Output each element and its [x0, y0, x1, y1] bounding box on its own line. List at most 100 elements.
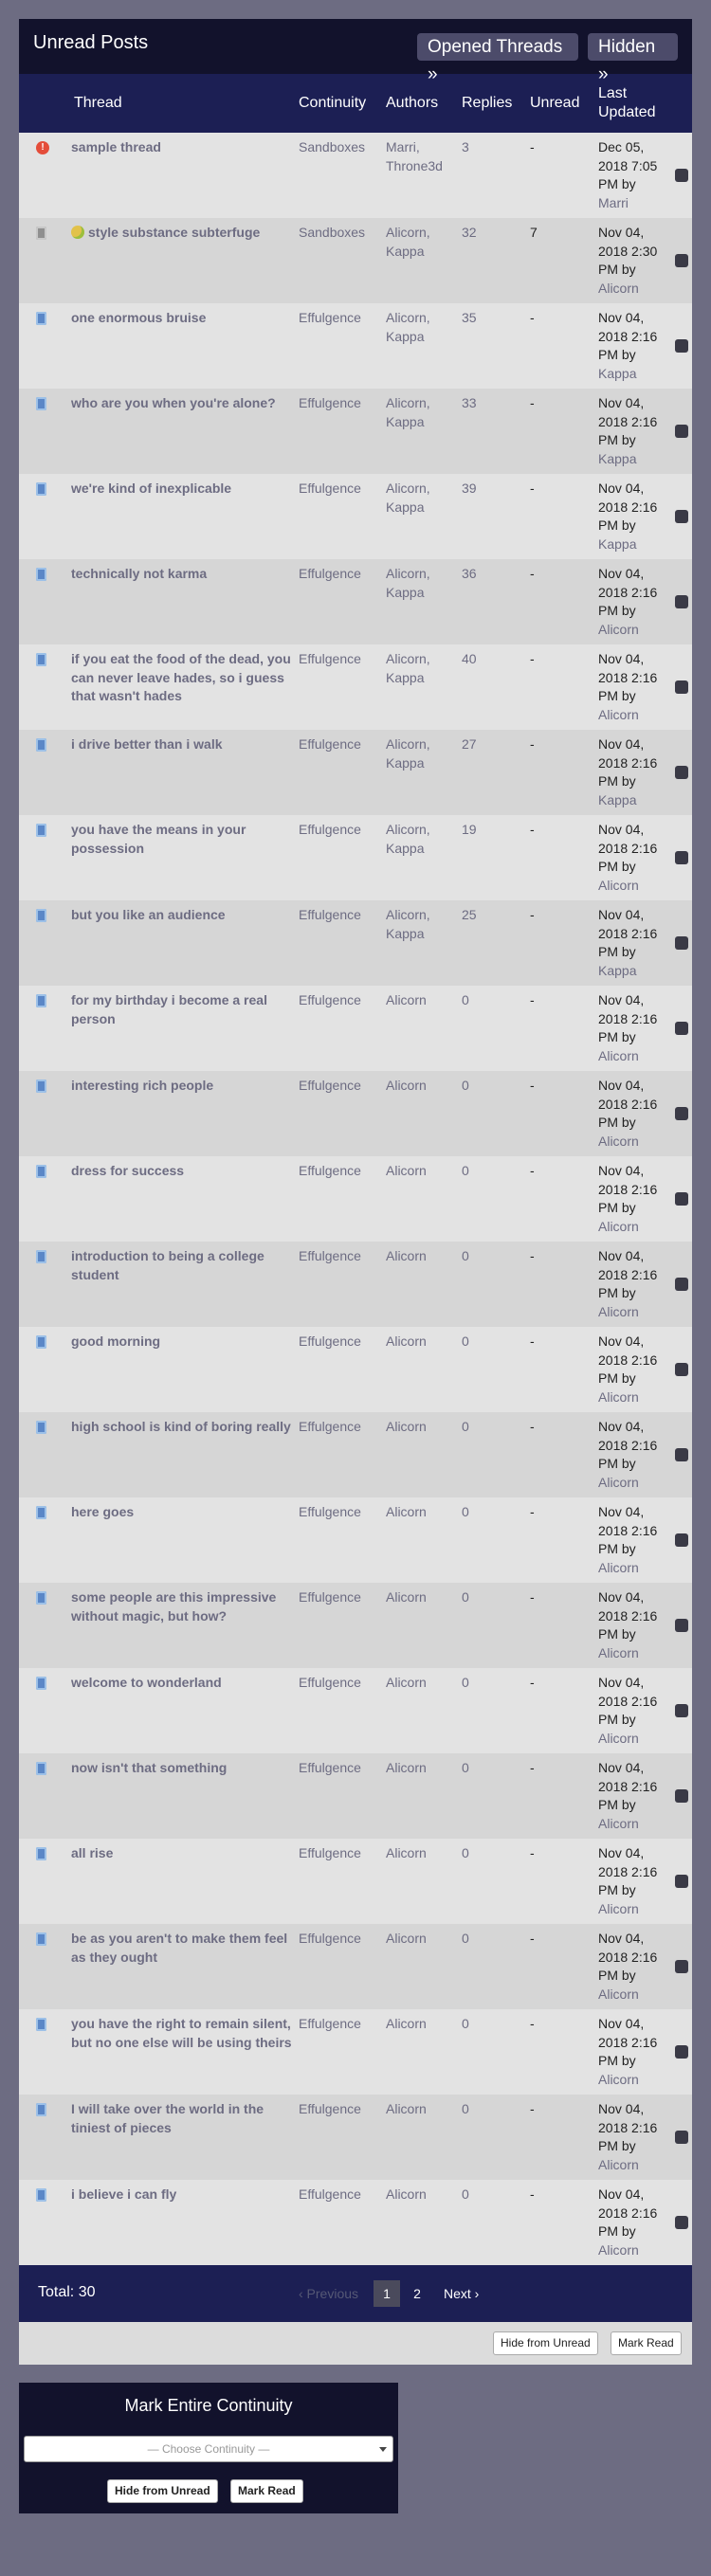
row-checkbox[interactable] [675, 595, 688, 608]
page-icon[interactable] [36, 2018, 46, 2031]
continuity-link[interactable]: Effulgence [299, 1924, 386, 2009]
last-updated-author[interactable]: Alicorn [598, 878, 639, 893]
thread-title-link[interactable]: dress for success [71, 1163, 184, 1178]
page-icon[interactable] [36, 482, 46, 496]
row-checkbox[interactable] [675, 425, 688, 438]
thread-title-link[interactable]: you have the right to remain silent, but… [71, 2016, 292, 2050]
authors-cell[interactable]: Alicorn [386, 986, 462, 1071]
col-last-updated[interactable]: Last Updated [598, 74, 673, 133]
last-updated-author[interactable]: Alicorn [598, 1475, 639, 1490]
mark-read-button[interactable]: Mark Read [611, 2331, 682, 2355]
continuity-link[interactable]: Effulgence [299, 900, 386, 986]
thread-title-link[interactable]: welcome to wonderland [71, 1675, 222, 1690]
row-checkbox[interactable] [675, 1704, 688, 1717]
thread-title-link[interactable]: now isn't that something [71, 1760, 227, 1775]
page-icon[interactable] [36, 738, 46, 752]
authors-cell[interactable]: Alicorn [386, 1412, 462, 1497]
last-updated-author[interactable]: Alicorn [598, 1645, 639, 1660]
last-updated-time[interactable]: Dec 05, 2018 7:05 PM by [598, 139, 657, 191]
opened-threads-button[interactable]: Opened Threads » [417, 33, 578, 84]
authors-cell[interactable]: Alicorn [386, 2009, 462, 2095]
row-checkbox[interactable] [675, 851, 688, 864]
page-icon[interactable] [36, 2188, 46, 2202]
authors-cell[interactable]: Alicorn, Kappa [386, 900, 462, 986]
last-updated-author[interactable]: Marri [598, 195, 629, 210]
row-checkbox[interactable] [675, 169, 688, 182]
page-icon[interactable] [36, 824, 46, 837]
authors-cell[interactable]: Alicorn, Kappa [386, 730, 462, 815]
page-icon[interactable] [36, 1677, 46, 1690]
continuity-link[interactable]: Effulgence [299, 815, 386, 900]
last-updated-author[interactable]: Alicorn [598, 1304, 639, 1319]
authors-cell[interactable]: Alicorn [386, 1839, 462, 1924]
last-updated-author[interactable]: Alicorn [598, 1219, 639, 1234]
row-checkbox[interactable] [675, 2045, 688, 2059]
continuity-hide-button[interactable]: Hide from Unread [107, 2479, 218, 2503]
last-updated-author[interactable]: Alicorn [598, 1134, 639, 1149]
authors-cell[interactable]: Alicorn [386, 1156, 462, 1242]
last-updated-author[interactable]: Kappa [598, 963, 636, 978]
col-thread[interactable]: Thread [71, 74, 299, 133]
thread-title-link[interactable]: i drive better than i walk [71, 736, 223, 752]
last-updated-author[interactable]: Kappa [598, 536, 636, 552]
row-checkbox[interactable] [675, 1448, 688, 1461]
page-icon[interactable] [36, 397, 46, 410]
last-updated-time[interactable]: Nov 04, 2018 2:16 PM by [598, 992, 657, 1044]
last-updated-time[interactable]: Nov 04, 2018 2:16 PM by [598, 1163, 657, 1215]
last-updated-author[interactable]: Alicorn [598, 622, 639, 637]
continuity-link[interactable]: Effulgence [299, 559, 386, 644]
thread-title-link[interactable]: we're kind of inexplicable [71, 481, 231, 496]
last-updated-time[interactable]: Nov 04, 2018 2:16 PM by [598, 2101, 657, 2153]
page-icon[interactable] [36, 909, 46, 922]
row-checkbox[interactable] [675, 2216, 688, 2229]
authors-cell[interactable]: Alicorn [386, 1071, 462, 1156]
last-updated-author[interactable]: Kappa [598, 366, 636, 381]
continuity-link[interactable]: Effulgence [299, 1839, 386, 1924]
continuity-link[interactable]: Effulgence [299, 1497, 386, 1583]
col-continuity[interactable]: Continuity [299, 74, 386, 133]
continuity-link[interactable]: Effulgence [299, 389, 386, 474]
continuity-link[interactable]: Effulgence [299, 2009, 386, 2095]
authors-cell[interactable]: Alicorn, Kappa [386, 389, 462, 474]
row-checkbox[interactable] [675, 1022, 688, 1035]
last-updated-author[interactable]: Alicorn [598, 1048, 639, 1063]
row-checkbox[interactable] [675, 1363, 688, 1376]
page-icon[interactable] [36, 1165, 46, 1178]
last-updated-time[interactable]: Nov 04, 2018 2:16 PM by [598, 1504, 657, 1556]
authors-cell[interactable]: Alicorn, Kappa [386, 218, 462, 303]
col-authors[interactable]: Authors [386, 74, 462, 133]
thread-title-link[interactable]: technically not karma [71, 566, 207, 581]
last-updated-time[interactable]: Nov 04, 2018 2:16 PM by [598, 651, 657, 703]
continuity-select[interactable]: — Choose Continuity — [24, 2436, 393, 2462]
thread-title-link[interactable]: I will take over the world in the tinies… [71, 2101, 264, 2135]
authors-cell[interactable]: Alicorn, Kappa [386, 644, 462, 730]
authors-cell[interactable]: Alicorn [386, 1497, 462, 1583]
continuity-link[interactable]: Effulgence [299, 1156, 386, 1242]
thread-title-link[interactable]: high school is kind of boring really [71, 1419, 291, 1434]
thread-title-link[interactable]: interesting rich people [71, 1078, 213, 1093]
authors-cell[interactable]: Alicorn [386, 1753, 462, 1839]
last-updated-author[interactable]: Alicorn [598, 1389, 639, 1405]
row-checkbox[interactable] [675, 1192, 688, 1206]
thread-title-link[interactable]: who are you when you're alone? [71, 395, 276, 410]
row-checkbox[interactable] [675, 1960, 688, 1973]
last-updated-time[interactable]: Nov 04, 2018 2:16 PM by [598, 736, 657, 789]
thread-title-link[interactable]: all rise [71, 1845, 113, 1860]
page-icon[interactable] [36, 312, 46, 325]
last-updated-time[interactable]: Nov 04, 2018 2:16 PM by [598, 1419, 657, 1471]
authors-cell[interactable]: Alicorn, Kappa [386, 474, 462, 559]
continuity-link[interactable]: Effulgence [299, 1071, 386, 1156]
row-checkbox[interactable] [675, 680, 688, 694]
authors-cell[interactable]: Alicorn, Kappa [386, 303, 462, 389]
authors-cell[interactable]: Alicorn [386, 2095, 462, 2180]
continuity-link[interactable]: Effulgence [299, 303, 386, 389]
last-updated-time[interactable]: Nov 04, 2018 2:16 PM by [598, 2016, 657, 2068]
row-checkbox[interactable] [675, 766, 688, 779]
continuity-link[interactable]: Sandboxes [299, 133, 386, 218]
thread-title-link[interactable]: i believe i can fly [71, 2186, 176, 2202]
authors-cell[interactable]: Alicorn [386, 1668, 462, 1753]
last-updated-time[interactable]: Nov 04, 2018 2:16 PM by [598, 2186, 657, 2239]
hide-from-unread-button[interactable]: Hide from Unread [493, 2331, 598, 2355]
page-icon[interactable] [36, 1847, 46, 1860]
last-updated-time[interactable]: Nov 04, 2018 2:16 PM by [598, 395, 657, 447]
